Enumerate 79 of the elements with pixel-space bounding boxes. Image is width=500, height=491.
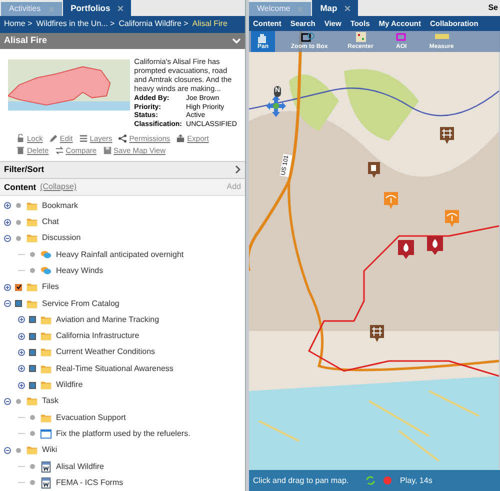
collapse-toggle-icon[interactable]	[4, 234, 11, 242]
chevron-right-icon	[235, 165, 241, 174]
task-window-icon	[40, 428, 52, 440]
tree-item[interactable]: Task	[42, 395, 58, 408]
layer-square-icon[interactable]	[29, 332, 36, 340]
expand-toggle-icon[interactable]	[4, 202, 11, 210]
tree-item[interactable]: Discussion	[42, 232, 81, 244]
chat-bubbles-icon	[40, 264, 52, 277]
folder-icon	[26, 216, 38, 228]
folder-icon	[40, 346, 52, 358]
expand-toggle-icon[interactable]	[4, 218, 11, 226]
export-icon[interactable]	[176, 134, 186, 144]
layers-icon[interactable]	[78, 134, 88, 144]
folder-icon	[26, 232, 38, 244]
item-title: Alisal Fire	[4, 34, 48, 48]
playback-status: Play, 14s	[400, 474, 432, 486]
tree-item[interactable]: Alisal Wildfire	[56, 460, 104, 473]
expand-toggle-icon[interactable]	[18, 365, 25, 372]
checkbox[interactable]	[15, 284, 22, 291]
folder-icon	[40, 330, 52, 342]
tree-item[interactable]: Aviation and Marine Tracking	[56, 314, 160, 326]
expand-toggle-icon[interactable]	[18, 348, 25, 356]
status-hint: Click and drag to pan map.	[253, 474, 350, 486]
filter-sort-label: Filter/Sort	[4, 163, 44, 176]
tab[interactable]: Portfolios	[62, 0, 132, 16]
tree-item[interactable]: Files	[42, 281, 59, 294]
expand-toggle-icon[interactable]	[18, 332, 25, 340]
folder-icon	[26, 444, 38, 456]
expand-toggle-icon[interactable]	[4, 284, 11, 291]
camp-marker-icon	[439, 126, 455, 146]
tree-item[interactable]: Evacuation Support	[56, 412, 126, 424]
tree-item[interactable]: Bookmark	[42, 200, 78, 212]
share-icon[interactable]	[118, 134, 128, 144]
expand-toggle-icon[interactable]	[18, 316, 25, 324]
tree-item[interactable]: Service From Catalog	[42, 298, 120, 310]
tree-item[interactable]: Wildfire	[56, 379, 83, 392]
parachute-marker-icon	[383, 191, 399, 211]
wiki-page-icon	[40, 460, 52, 473]
breadcrumb-link[interactable]: Alisal Fire	[192, 18, 228, 30]
tree-item[interactable]: Real-Time Situational Awareness	[56, 362, 174, 375]
layer-square-icon[interactable]	[29, 316, 36, 324]
collapse-toggle-icon[interactable]	[4, 446, 11, 454]
tree-item[interactable]: California Infrastructure	[56, 330, 140, 342]
tree-item[interactable]: FEMA - ICS Forms	[56, 476, 124, 489]
magnifier-box-icon	[301, 31, 318, 43]
chat-bubbles-icon	[40, 248, 52, 261]
layer-square-icon[interactable]	[29, 348, 36, 356]
folder-icon	[26, 395, 38, 408]
tree-item[interactable]: Chat	[42, 216, 59, 228]
pencil-icon[interactable]	[48, 134, 58, 144]
swap-arrows-icon[interactable]	[54, 146, 64, 156]
parachute-marker-icon	[444, 209, 460, 229]
tree-item[interactable]: Fix the platform used by the refuelers.	[56, 428, 190, 440]
lock-icon[interactable]	[16, 134, 25, 144]
layer-square-icon[interactable]	[29, 382, 36, 389]
close-icon[interactable]	[345, 6, 350, 10]
expand-toggle-icon[interactable]	[18, 382, 25, 389]
breadcrumb-link[interactable]: Wildfires in the Un... >	[36, 18, 115, 30]
collapse-link[interactable]: (Collapse)	[40, 180, 77, 193]
camp-marker-icon	[369, 324, 385, 344]
breadcrumb-link[interactable]: California Wildfire >	[118, 18, 188, 30]
breadcrumb-link[interactable]: Home >	[4, 18, 32, 30]
collapse-toggle-icon[interactable]	[4, 300, 11, 308]
header-text: Se	[488, 2, 498, 14]
layer-square-icon[interactable]	[29, 365, 36, 372]
layer-square-icon[interactable]	[15, 300, 22, 308]
filter-sort-bar[interactable]: Filter/Sort	[0, 162, 245, 180]
tree-item[interactable]: Current Weather Conditions	[56, 346, 156, 358]
tree-item[interactable]: Wiki	[42, 444, 58, 456]
folder-icon	[26, 281, 38, 294]
content-label: Content	[4, 180, 36, 194]
chevron-down-icon[interactable]	[232, 38, 241, 44]
tree-item[interactable]: Heavy Winds	[56, 264, 104, 277]
collapse-toggle-icon[interactable]	[4, 398, 11, 405]
trash-icon[interactable]	[16, 146, 25, 156]
folder-icon	[40, 379, 52, 392]
tree-item[interactable]: Heavy Rainfall anticipated overnight	[56, 248, 184, 261]
tab[interactable]: Map	[312, 0, 358, 16]
close-icon[interactable]	[118, 6, 124, 10]
